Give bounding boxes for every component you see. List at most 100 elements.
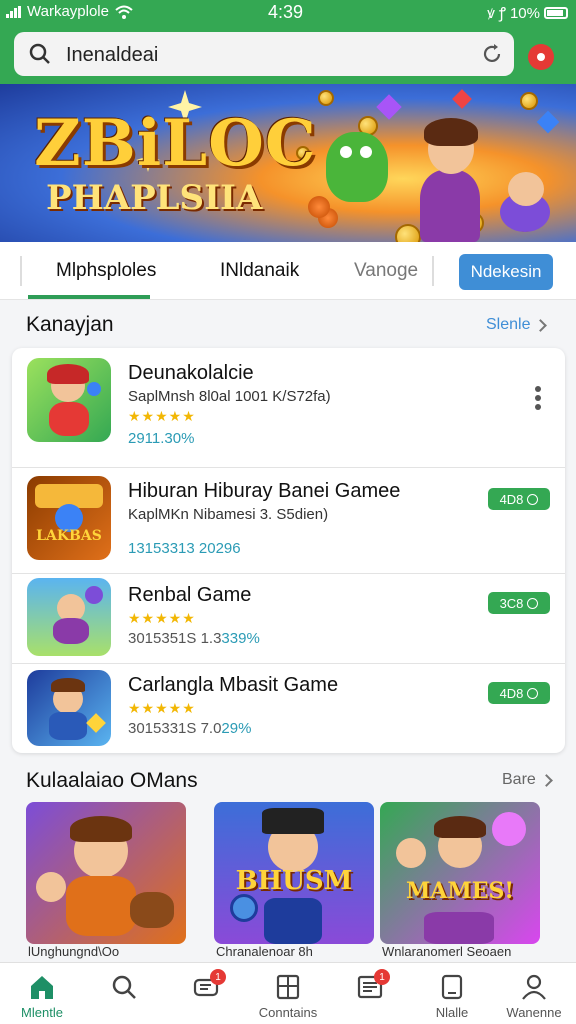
featured-art-text: MAMES! (405, 878, 515, 904)
featured-caption: lUnghungnd\Oo (28, 944, 120, 959)
signal-icon (6, 5, 21, 18)
clock: 4:39 (268, 2, 304, 22)
active-tab-indicator (28, 295, 150, 299)
game-title: Hiburan Hiburay Banei Gamee (128, 480, 401, 502)
download-icon (527, 493, 539, 505)
see-more-label: Bare (502, 771, 536, 788)
featured-card[interactable]: MAMES! (380, 802, 540, 944)
category-tabs: Mlphsploles INldanaik Vanoge Ndekesin (0, 242, 576, 300)
game-meta-percent: 339% (221, 630, 260, 647)
list-item[interactable]: LAKBAS Hiburan Hiburay Banei Gamee KaplM… (12, 468, 565, 574)
bluetooth-icon: ꝭ (498, 5, 506, 22)
game-meta-count: 3015351S 1.3 (128, 630, 222, 647)
game-thumbnail (27, 670, 111, 746)
download-button[interactable]: 4D8 (488, 682, 550, 704)
profile-icon (522, 974, 546, 1000)
see-more-link[interactable]: Slenle (486, 316, 548, 334)
featured-caption: Wnlaranomerl Seoaen (382, 944, 512, 959)
nav-profile[interactable]: Wanenne (494, 963, 574, 1024)
nav-label: Wanenne (506, 1005, 562, 1020)
game-thumbnail: LAKBAS (27, 476, 111, 560)
download-button[interactable]: 4D8 (488, 488, 550, 510)
status-left: Warkayplole (6, 3, 133, 20)
nav-home[interactable]: Mlentle (2, 963, 82, 1024)
status-right: ꝟ ꝭ 10% (487, 3, 568, 23)
search-header: Inenaldeai (0, 24, 576, 84)
bottom-navigation: Mlentle 1 Conntains 1 Nlalle Wanenne (0, 962, 576, 1024)
more-options-icon[interactable] (535, 386, 543, 410)
battery-icon (544, 7, 568, 19)
refresh-icon[interactable] (480, 42, 504, 66)
game-subtitle: SaplMnsh 8l0al 1001 K/S72fa) (128, 388, 331, 405)
nav-label: Nlalle (435, 1005, 469, 1020)
nav-label: Conntains (258, 1005, 318, 1020)
nav-tickets[interactable]: 1 (166, 963, 246, 1024)
tab-vanoge[interactable]: Vanoge (354, 260, 418, 282)
tab-divider (20, 256, 22, 286)
home-icon (31, 976, 53, 999)
carrier-name: Warkayplole (27, 3, 109, 20)
section-title: Kulaalaiao OMans (26, 769, 198, 792)
featured-caption: Chranalenoar 8h (216, 944, 313, 959)
game-meta-count: 3015331S 7.0 (128, 720, 222, 737)
download-icon (527, 597, 539, 609)
tab-inldanaik[interactable]: INldanaik (220, 260, 299, 282)
battery-percent: 10% (509, 4, 540, 22)
notification-badge: 1 (374, 969, 390, 985)
game-meta: 3015331S 7.029% (128, 720, 251, 737)
featured-card[interactable] (26, 802, 186, 944)
tab-mlphsploles[interactable]: Mlphsploles (56, 260, 156, 282)
game-meta-percent: 29% (221, 720, 252, 737)
tab-divider (432, 256, 434, 286)
grid-icon (276, 974, 300, 1000)
status-bar: Warkayplole 4:39 ꝟ ꝭ 10% (0, 0, 576, 24)
rating-stars: ★★★★★ (128, 700, 196, 716)
list-item[interactable]: Deunakolalcie SaplMnsh 8l0al 1001 K/S72f… (12, 348, 565, 468)
promo-banner[interactable]: ZBiLOC PHAPLSIIA (0, 84, 576, 242)
chevron-right-icon (534, 318, 548, 332)
chevron-right-icon (539, 773, 553, 787)
search-value: Inenaldeai (66, 44, 159, 66)
game-title: Carlangla Mbasit Game (128, 674, 339, 696)
rating-stars: ★★★★★ (128, 408, 196, 424)
list-item[interactable]: Renbal Game ★★★★★ 3015351S 1.3339% 3C8 (12, 574, 565, 664)
download-label: 4D8 (499, 491, 524, 507)
download-button[interactable]: 3C8 (488, 592, 550, 614)
download-icon (527, 687, 539, 699)
rating-stars: ★★★★★ (128, 610, 196, 626)
download-label: 4D8 (499, 685, 524, 701)
game-meta: 13153313 20296 (128, 540, 241, 557)
game-meta: 2911.30% (128, 430, 195, 447)
tablet-icon (441, 974, 463, 1000)
nav-news[interactable]: 1 (330, 963, 410, 1024)
see-more-link[interactable]: Bare (502, 771, 553, 789)
section-title: Kanayjan (26, 313, 114, 336)
see-more-label: Slenle (486, 316, 531, 333)
wifi-icon (115, 5, 133, 19)
nav-containers[interactable]: Conntains (248, 963, 328, 1024)
tab-action-button[interactable]: Ndekesin (459, 254, 553, 290)
record-icon (537, 53, 545, 61)
featured-art-text: BHUSM (235, 866, 353, 896)
record-button[interactable] (528, 44, 554, 70)
search-icon (29, 43, 50, 64)
game-thumbnail (27, 578, 111, 656)
banner-subtitle: PHAPLSIIA (46, 178, 263, 218)
nav-tablet[interactable]: Nlalle (412, 963, 492, 1024)
list-item[interactable]: Carlangla Mbasit Game ★★★★★ 3015331S 7.0… (12, 664, 565, 753)
game-subtitle: KaplMKn Nibamesi 3. S5dien) (128, 506, 329, 523)
game-thumbnail (27, 358, 111, 442)
nav-search[interactable] (84, 963, 164, 1024)
featured-card[interactable]: BHUSM (214, 802, 374, 944)
nav-label: Mlentle (21, 1005, 63, 1020)
game-title: Renbal Game (128, 584, 252, 606)
search-icon (112, 975, 136, 999)
banner-title: ZBiLOC (34, 106, 317, 181)
game-title: Deunakolalcie (128, 362, 254, 384)
game-meta: 3015351S 1.3339% (128, 630, 260, 647)
nfc-icon: ꝟ (487, 5, 495, 22)
notification-badge: 1 (210, 969, 226, 985)
games-list: Deunakolalcie SaplMnsh 8l0al 1001 K/S72f… (12, 348, 565, 753)
search-input[interactable]: Inenaldeai (14, 32, 514, 76)
download-label: 3C8 (499, 595, 524, 611)
